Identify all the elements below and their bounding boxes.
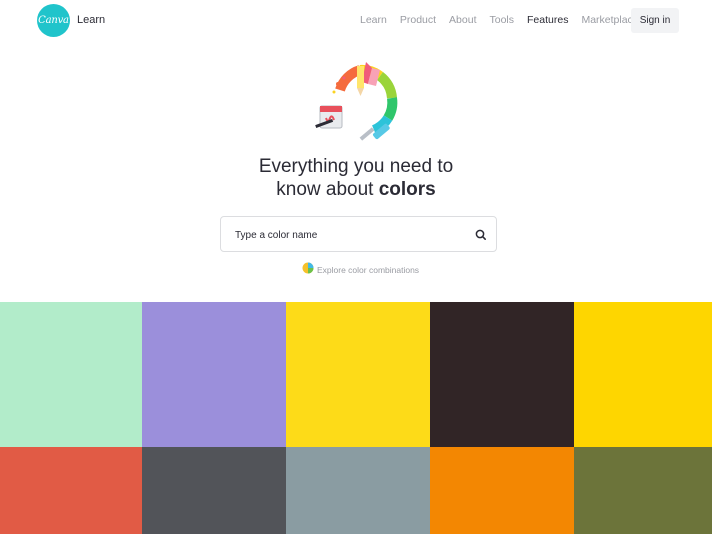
sign-in-button[interactable]: Sign in [631,8,679,33]
headline-line-1: Everything you need to [258,156,454,177]
main-nav: Learn Product About Tools Features Marke… [360,14,652,28]
headline-line-2: know about colors [0,178,712,201]
explore-combinations-link[interactable]: Explore color combinations [302,261,420,279]
color-swatch[interactable] [0,447,142,534]
color-swatch-grid [0,302,712,534]
nav-item-product[interactable]: Product [400,14,436,28]
color-swatch[interactable] [286,302,430,447]
color-search-box [220,216,497,252]
color-swatch[interactable] [574,302,712,447]
nav-item-features[interactable]: Features [527,14,568,28]
nav-item-about[interactable]: About [449,14,476,28]
headline-line-2-prefix: know about [276,179,379,200]
color-swatch[interactable] [430,302,574,447]
top-navigation-bar: Canva Learn Learn Product About Tools Fe… [0,0,712,44]
learn-brand-label[interactable]: Learn [77,14,105,26]
paint-tools-color-wheel-icon [312,60,402,150]
color-swatch[interactable] [0,302,142,447]
page-headline: Everything you need to know about colors [0,155,712,201]
color-swatch[interactable] [574,447,712,534]
color-swatch[interactable] [142,302,286,447]
search-icon[interactable] [473,227,489,243]
nav-item-learn[interactable]: Learn [360,14,387,28]
headline-highlight: colors [378,179,436,200]
color-search-input[interactable] [233,226,463,244]
color-combination-icon [302,261,314,279]
color-swatch[interactable] [286,447,430,534]
explore-combinations-label: Explore color combinations [317,265,420,275]
nav-item-tools[interactable]: Tools [490,14,515,28]
color-swatch[interactable] [142,447,286,534]
canva-logo[interactable]: Canva [37,4,70,37]
color-swatch[interactable] [430,447,574,534]
